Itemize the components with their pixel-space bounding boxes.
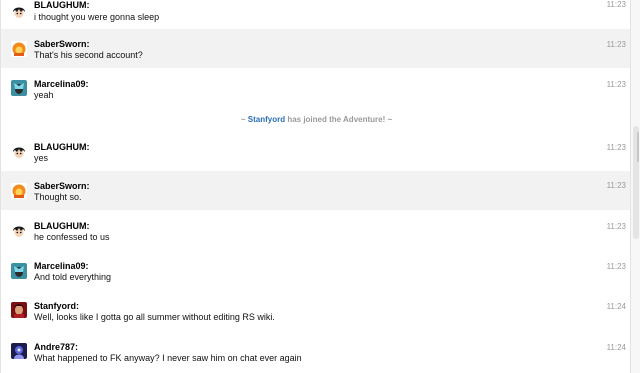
message-text: Well, looks like I gotta go all summer w… <box>34 312 275 322</box>
message-username[interactable]: SaberSworn: <box>34 181 90 191</box>
avatar[interactable] <box>11 41 27 57</box>
message-timestamp: 11:23 <box>606 262 626 271</box>
chat-message: Andre787: What happened to FK anyway? I … <box>1 332 632 371</box>
message-timestamp: 11:24 <box>606 343 626 352</box>
chat-message: Marcelina09: yeah 11:23 <box>1 68 632 107</box>
message-timestamp: 11:23 <box>606 40 626 49</box>
chat-message: Marcelina09: And told everything 11:23 <box>1 250 632 289</box>
chat-message: BLAUGHUM: yes 11:23 <box>1 132 632 171</box>
join-notice: ~ Stanfyord has joined the Adventure! ~ <box>1 115 632 124</box>
orange-avatar-icon <box>11 183 27 199</box>
chat-message: SaberSworn: Thought so. 11:23 <box>1 171 632 210</box>
message-text: yes <box>34 153 49 163</box>
message-username[interactable]: Andre787: <box>34 342 78 352</box>
message-text: What happened to FK anyway? I never saw … <box>34 353 302 363</box>
chat-message: BLAUGHUM: i thought you were gonna sleep… <box>1 0 632 29</box>
dark-hair-avatar-icon <box>11 223 27 239</box>
avatar[interactable] <box>11 183 27 199</box>
message-text: And told everything <box>34 272 112 282</box>
teal-avatar-icon <box>11 263 27 279</box>
message-timestamp: 11:23 <box>606 0 626 9</box>
message-timestamp: 11:23 <box>606 80 626 89</box>
message-text: That's his second account? <box>34 50 143 60</box>
message-text: yeah <box>34 90 54 100</box>
join-username[interactable]: Stanfyord <box>248 115 285 124</box>
red-avatar-icon <box>11 302 27 318</box>
dark-hair-avatar-icon <box>11 144 27 160</box>
message-text: i thought you were gonna sleep <box>34 12 160 22</box>
message-username[interactable]: Marcelina09: <box>34 79 89 89</box>
message-username[interactable]: BLAUGHUM: <box>34 0 90 10</box>
chat-message: Stanfyord: Well, looks like I gotta go a… <box>1 290 632 329</box>
dark-hair-avatar-icon <box>11 4 27 20</box>
scrollbar[interactable] <box>630 0 640 373</box>
chat-log: BLAUGHUM: i thought you were gonna sleep… <box>0 0 632 373</box>
message-username[interactable]: BLAUGHUM: <box>34 142 90 152</box>
message-timestamp: 11:24 <box>606 302 626 311</box>
join-suffix: has joined the Adventure! ~ <box>285 115 393 124</box>
message-timestamp: 11:23 <box>606 143 626 152</box>
avatar[interactable] <box>11 223 27 239</box>
orange-avatar-icon <box>11 41 27 57</box>
avatar[interactable] <box>11 263 27 279</box>
avatar[interactable] <box>11 144 27 160</box>
avatar[interactable] <box>11 302 27 318</box>
message-username[interactable]: Marcelina09: <box>34 261 89 271</box>
message-text: Thought so. <box>34 192 82 202</box>
message-text: he confessed to us <box>34 232 110 242</box>
chat-message: BLAUGHUM: he confessed to us 11:23 <box>1 210 632 249</box>
teal-avatar-icon <box>11 80 27 96</box>
chat-message: SaberSworn: That's his second account? 1… <box>1 29 632 68</box>
scrollbar-grip <box>637 132 639 162</box>
message-username[interactable]: BLAUGHUM: <box>34 221 90 231</box>
message-timestamp: 11:23 <box>606 181 626 190</box>
avatar[interactable] <box>11 4 27 20</box>
join-prefix: ~ <box>240 115 248 124</box>
avatar[interactable] <box>11 343 27 359</box>
message-username[interactable]: Stanfyord: <box>34 301 79 311</box>
purple-avatar-icon <box>11 343 27 359</box>
message-username[interactable]: SaberSworn: <box>34 39 90 49</box>
message-timestamp: 11:23 <box>606 222 626 231</box>
avatar[interactable] <box>11 80 27 96</box>
